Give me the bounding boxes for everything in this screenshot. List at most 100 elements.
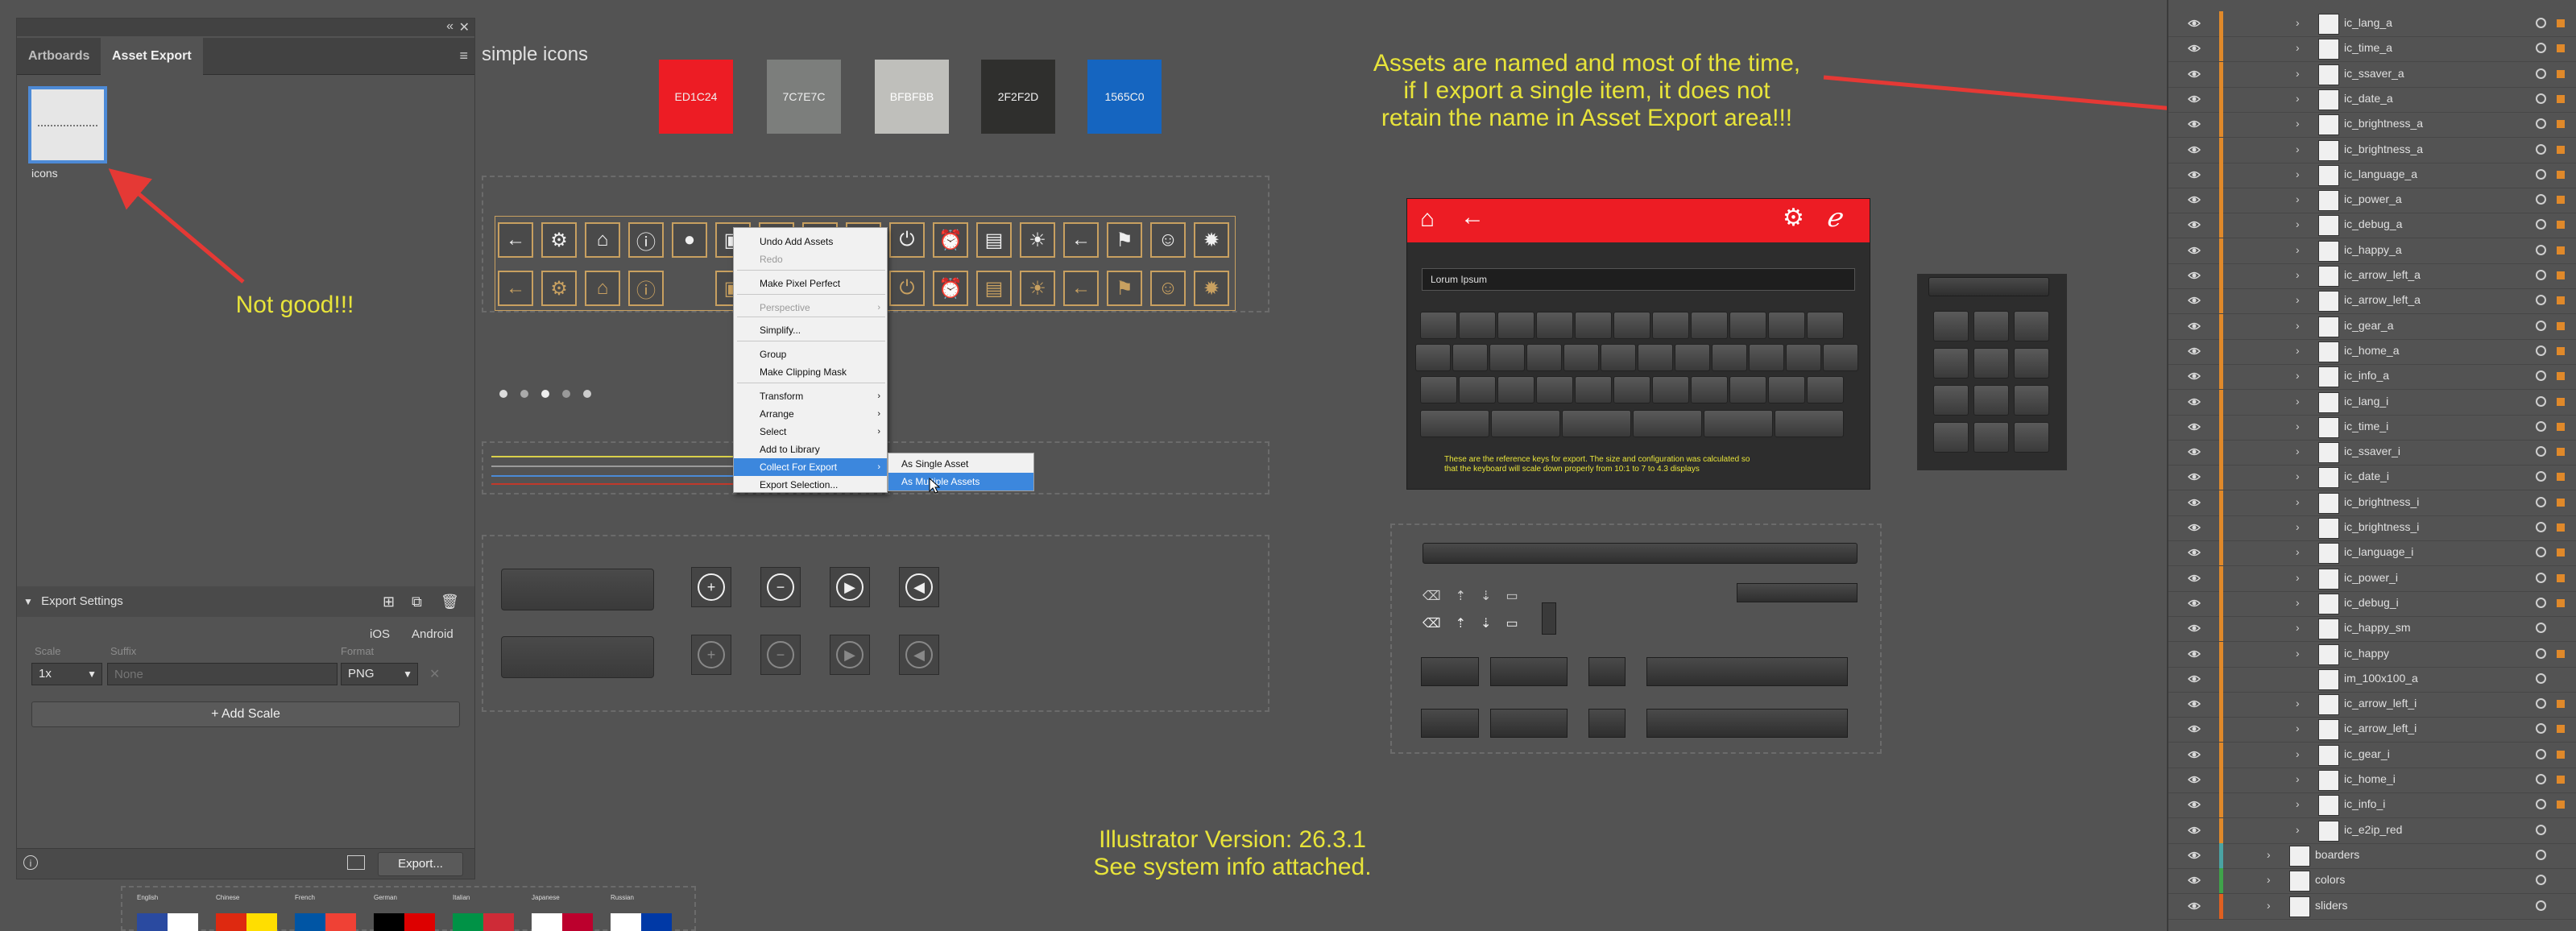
chevron-right-icon[interactable]: › [2267,899,2271,912]
layer-row[interactable]: › ic_arrow_left_i [2168,717,2576,743]
layer-row[interactable]: › ic_brightness_a [2168,112,2576,139]
eye-icon[interactable] [2187,773,2201,786]
chevron-right-icon[interactable]: › [2296,319,2300,332]
menu-item-undo-add-assets[interactable]: Undo Add Assets [734,233,887,250]
target-icon[interactable] [2536,43,2546,54]
menu-item-collect-for-export[interactable]: Collect For Export › [734,458,887,476]
chevron-right-icon[interactable]: › [2296,520,2300,533]
chevron-right-icon[interactable]: › [2296,420,2300,432]
eye-icon[interactable] [2187,824,2201,837]
eye-icon[interactable] [2187,798,2201,811]
menu-item-make-pixel-perfect[interactable]: Make Pixel Perfect [734,275,887,292]
layer-row[interactable]: › ic_info_a [2168,364,2576,391]
chevron-right-icon[interactable]: › [2296,495,2300,508]
eye-icon[interactable] [2187,193,2201,206]
chevron-right-icon[interactable]: › [2296,747,2300,760]
target-icon[interactable] [2536,320,2546,331]
layer-row[interactable]: › ic_power_i [2168,565,2576,592]
eye-icon[interactable] [2187,370,2201,383]
target-icon[interactable] [2536,420,2546,432]
chevron-right-icon[interactable]: › [2296,344,2300,357]
chevron-right-icon[interactable]: › [2296,571,2300,584]
layer-row[interactable]: › ic_happy_a [2168,238,2576,264]
chevron-right-icon[interactable]: › [2296,192,2300,205]
eye-icon[interactable] [2187,42,2201,55]
layer-row[interactable]: › ic_happy [2168,641,2576,668]
chevron-right-icon[interactable]: › [2296,268,2300,281]
target-icon[interactable] [2536,395,2546,407]
eye-icon[interactable] [2187,93,2201,106]
eye-icon[interactable] [2187,168,2201,181]
eye-icon[interactable] [2187,420,2201,433]
layer-row[interactable]: › ic_lang_i [2168,389,2576,416]
chevron-right-icon[interactable]: › [2296,697,2300,710]
eye-icon[interactable] [2187,722,2201,735]
chevron-right-icon[interactable]: › [2296,92,2300,105]
layer-row[interactable]: › ic_ssaver_i [2168,440,2576,466]
chevron-right-icon[interactable]: › [2296,117,2300,130]
eye-icon[interactable] [2187,218,2201,231]
menu-item-add-to-library[interactable]: Add to Library [734,441,887,458]
layer-row[interactable]: › sliders [2168,893,2576,920]
layer-row[interactable]: › colors [2168,868,2576,895]
target-icon[interactable] [2536,824,2546,835]
target-icon[interactable] [2536,522,2546,532]
layer-row[interactable]: › ic_debug_i [2168,590,2576,617]
eye-icon[interactable] [2187,395,2201,408]
chevron-right-icon[interactable]: › [2296,16,2300,29]
layer-row[interactable]: › ic_arrow_left_a [2168,263,2576,289]
target-icon[interactable] [2536,900,2546,911]
layer-row[interactable]: › ic_brightness_i [2168,490,2576,516]
chevron-right-icon[interactable]: › [2296,797,2300,810]
target-icon[interactable] [2536,698,2546,710]
target-icon[interactable] [2536,648,2546,659]
chevron-right-icon[interactable]: › [2296,395,2300,408]
chevron-right-icon[interactable]: › [2296,41,2300,54]
target-icon[interactable] [2536,496,2546,507]
layer-row[interactable]: › ic_info_i [2168,792,2576,819]
layer-row[interactable]: › ic_e2ip_red [2168,817,2576,844]
target-icon[interactable] [2536,118,2546,130]
eye-icon[interactable] [2187,597,2201,610]
eye-icon[interactable] [2187,345,2201,358]
eye-icon[interactable] [2187,874,2201,887]
chevron-right-icon[interactable]: › [2296,217,2300,230]
menu-item-export-selection[interactable]: Export Selection... [734,476,887,494]
chevron-right-icon[interactable]: › [2296,243,2300,256]
menu-item-as-multiple-assets[interactable]: As Multiple Assets [888,473,1033,490]
menu-item-make-clipping-mask[interactable]: Make Clipping Mask [734,363,887,381]
eye-icon[interactable] [2187,849,2201,862]
eye-icon[interactable] [2187,143,2201,156]
chevron-right-icon[interactable]: › [2296,293,2300,306]
target-icon[interactable] [2536,244,2546,255]
target-icon[interactable] [2536,446,2546,457]
layer-row[interactable]: › ic_date_a [2168,86,2576,113]
chevron-right-icon[interactable]: › [2296,722,2300,734]
menu-item-group[interactable]: Group [734,346,887,363]
target-icon[interactable] [2536,143,2546,155]
layer-row[interactable]: › ic_gear_a [2168,313,2576,340]
chevron-right-icon[interactable]: › [2296,67,2300,80]
menu-item-select[interactable]: Select › [734,423,887,441]
layer-row[interactable]: › ic_brightness_i [2168,515,2576,541]
eye-icon[interactable] [2187,622,2201,635]
eye-icon[interactable] [2187,269,2201,282]
chevron-right-icon[interactable]: › [2296,545,2300,558]
layer-row[interactable]: › ic_date_i [2168,465,2576,491]
layer-row[interactable]: › ic_home_a [2168,338,2576,365]
layer-row[interactable]: › ic_language_a [2168,162,2576,188]
target-icon[interactable] [2536,572,2546,583]
chevron-right-icon[interactable]: › [2267,873,2271,886]
chevron-right-icon[interactable]: › [2296,143,2300,155]
target-icon[interactable] [2536,270,2546,280]
eye-icon[interactable] [2187,672,2201,685]
menu-item-simplify[interactable]: Simplify... [734,321,887,339]
target-icon[interactable] [2536,623,2546,634]
eye-icon[interactable] [2187,320,2201,333]
eye-icon[interactable] [2187,68,2201,81]
eye-icon[interactable] [2187,470,2201,483]
target-icon[interactable] [2536,194,2546,205]
layer-row[interactable]: › ic_arrow_left_a [2168,288,2576,315]
target-icon[interactable] [2536,18,2546,28]
chevron-right-icon[interactable]: › [2296,470,2300,482]
